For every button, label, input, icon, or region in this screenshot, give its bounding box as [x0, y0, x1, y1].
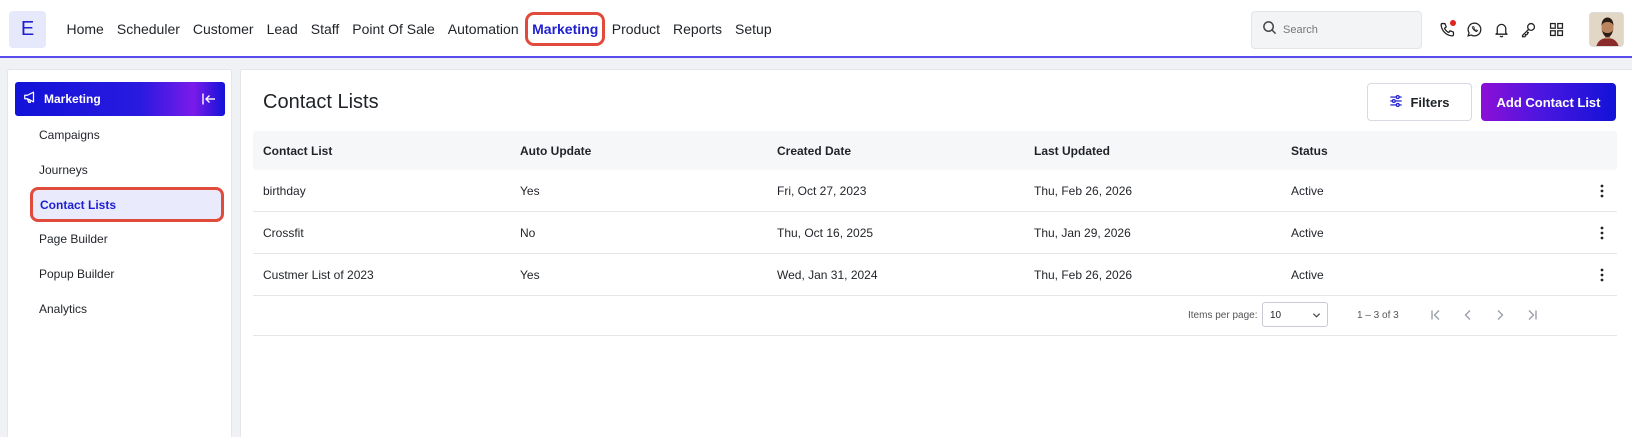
first-page-icon[interactable] [1429, 308, 1443, 322]
sidebar-item-popup-builder[interactable]: Popup Builder [39, 267, 114, 281]
phone-icon[interactable] [1437, 19, 1457, 39]
column-header-last-updated: Last Updated [1034, 144, 1111, 158]
next-page-icon[interactable] [1493, 308, 1507, 322]
row-menu-icon[interactable] [1595, 267, 1609, 283]
nav-item-automation[interactable]: Automation [441, 12, 525, 46]
cell-last-updated: Thu, Feb 26, 2026 [1034, 184, 1133, 198]
app-logo[interactable]: E [9, 11, 46, 48]
cell-contact-list: Custmer List of 2023 [263, 268, 374, 282]
add-contact-list-button[interactable]: Add Contact List [1481, 83, 1616, 121]
filters-label: Filters [1410, 94, 1450, 110]
cell-contact-list: Crossfit [263, 226, 304, 240]
table-row[interactable]: Crossfit No Thu, Oct 16, 2025 Thu, Jan 2… [253, 212, 1617, 254]
filters-button[interactable]: Filters [1367, 83, 1472, 121]
page-title: Contact Lists [263, 91, 379, 113]
column-header-created-date: Created Date [777, 144, 852, 158]
user-avatar[interactable] [1589, 12, 1624, 47]
row-menu-icon[interactable] [1595, 225, 1609, 241]
sidebar-item-page-builder[interactable]: Page Builder [39, 232, 108, 246]
items-per-page-value: 10 [1270, 310, 1282, 321]
column-header-auto-update: Auto Update [520, 144, 592, 158]
nav-item-point-of-sale[interactable]: Point Of Sale [346, 12, 442, 46]
paginator: Items per page: 10 1 – 3 of 3 [253, 296, 1617, 336]
apps-grid-icon[interactable] [1546, 19, 1566, 39]
previous-page-icon[interactable] [1461, 308, 1475, 322]
table-row[interactable]: birthday Yes Fri, Oct 27, 2023 Thu, Feb … [253, 170, 1617, 212]
nav-item-marketing[interactable]: Marketing [525, 12, 606, 46]
last-page-icon[interactable] [1525, 308, 1539, 322]
cell-auto-update: Yes [520, 184, 540, 198]
cell-status: Active [1291, 226, 1324, 240]
contact-lists-table: Contact List Auto Update Created Date La… [253, 131, 1617, 296]
key-icon[interactable] [1518, 19, 1538, 39]
column-header-status: Status [1291, 144, 1328, 158]
nav-item-home[interactable]: Home [60, 12, 110, 46]
search-box [1251, 11, 1422, 49]
cell-auto-update: Yes [520, 268, 540, 282]
row-menu-icon[interactable] [1595, 183, 1609, 199]
sidebar-item-campaigns[interactable]: Campaigns [39, 128, 100, 142]
whatsapp-icon[interactable] [1464, 19, 1484, 39]
sidebar: Marketing Campaigns Journeys Contact Lis… [7, 69, 232, 437]
cell-created-date: Thu, Oct 16, 2025 [777, 226, 874, 240]
top-navbar: E Home Scheduler Customer Lead Staff Poi… [0, 0, 1632, 58]
nav-item-product[interactable]: Product [605, 12, 666, 46]
table-header: Contact List Auto Update Created Date La… [253, 131, 1617, 170]
bell-icon[interactable] [1491, 19, 1511, 39]
nav-item-customer[interactable]: Customer [186, 12, 260, 46]
sidebar-item-journeys[interactable]: Journeys [39, 163, 88, 177]
cell-created-date: Fri, Oct 27, 2023 [777, 184, 867, 198]
search-input[interactable] [1283, 24, 1413, 36]
nav-item-setup[interactable]: Setup [729, 12, 779, 46]
sidebar-title: Marketing [44, 92, 101, 106]
sidebar-item-contact-lists[interactable]: Contact Lists [30, 187, 224, 222]
column-header-contact-list: Contact List [263, 144, 333, 158]
items-per-page-label: Items per page: [1188, 310, 1258, 321]
nav-item-reports[interactable]: Reports [667, 12, 729, 46]
cell-created-date: Wed, Jan 31, 2024 [777, 268, 878, 282]
collapse-sidebar-icon[interactable] [201, 91, 217, 107]
cell-status: Active [1291, 268, 1324, 282]
cell-status: Active [1291, 184, 1324, 198]
cell-last-updated: Thu, Jan 29, 2026 [1034, 226, 1131, 240]
search-icon [1262, 20, 1277, 40]
sidebar-header: Marketing [15, 82, 225, 116]
nav-item-scheduler[interactable]: Scheduler [110, 12, 186, 46]
nav-item-staff[interactable]: Staff [304, 12, 346, 46]
sidebar-item-analytics[interactable]: Analytics [39, 302, 87, 316]
cell-last-updated: Thu, Feb 26, 2026 [1034, 268, 1133, 282]
megaphone-icon [23, 90, 37, 109]
main-panel: Contact Lists Filters Add Contact List C… [240, 69, 1632, 437]
cell-contact-list: birthday [263, 184, 306, 198]
cell-auto-update: No [520, 226, 536, 240]
items-per-page-select[interactable]: 10 [1262, 302, 1328, 327]
notification-dot [1450, 20, 1456, 26]
table-row[interactable]: Custmer List of 2023 Yes Wed, Jan 31, 20… [253, 254, 1617, 296]
nav-item-lead[interactable]: Lead [260, 12, 304, 46]
main-nav: Home Scheduler Customer Lead Staff Point… [60, 0, 778, 58]
page-range-label: 1 – 3 of 3 [1357, 310, 1399, 321]
filter-sliders-icon [1389, 94, 1410, 111]
chevron-down-icon [1312, 313, 1321, 318]
